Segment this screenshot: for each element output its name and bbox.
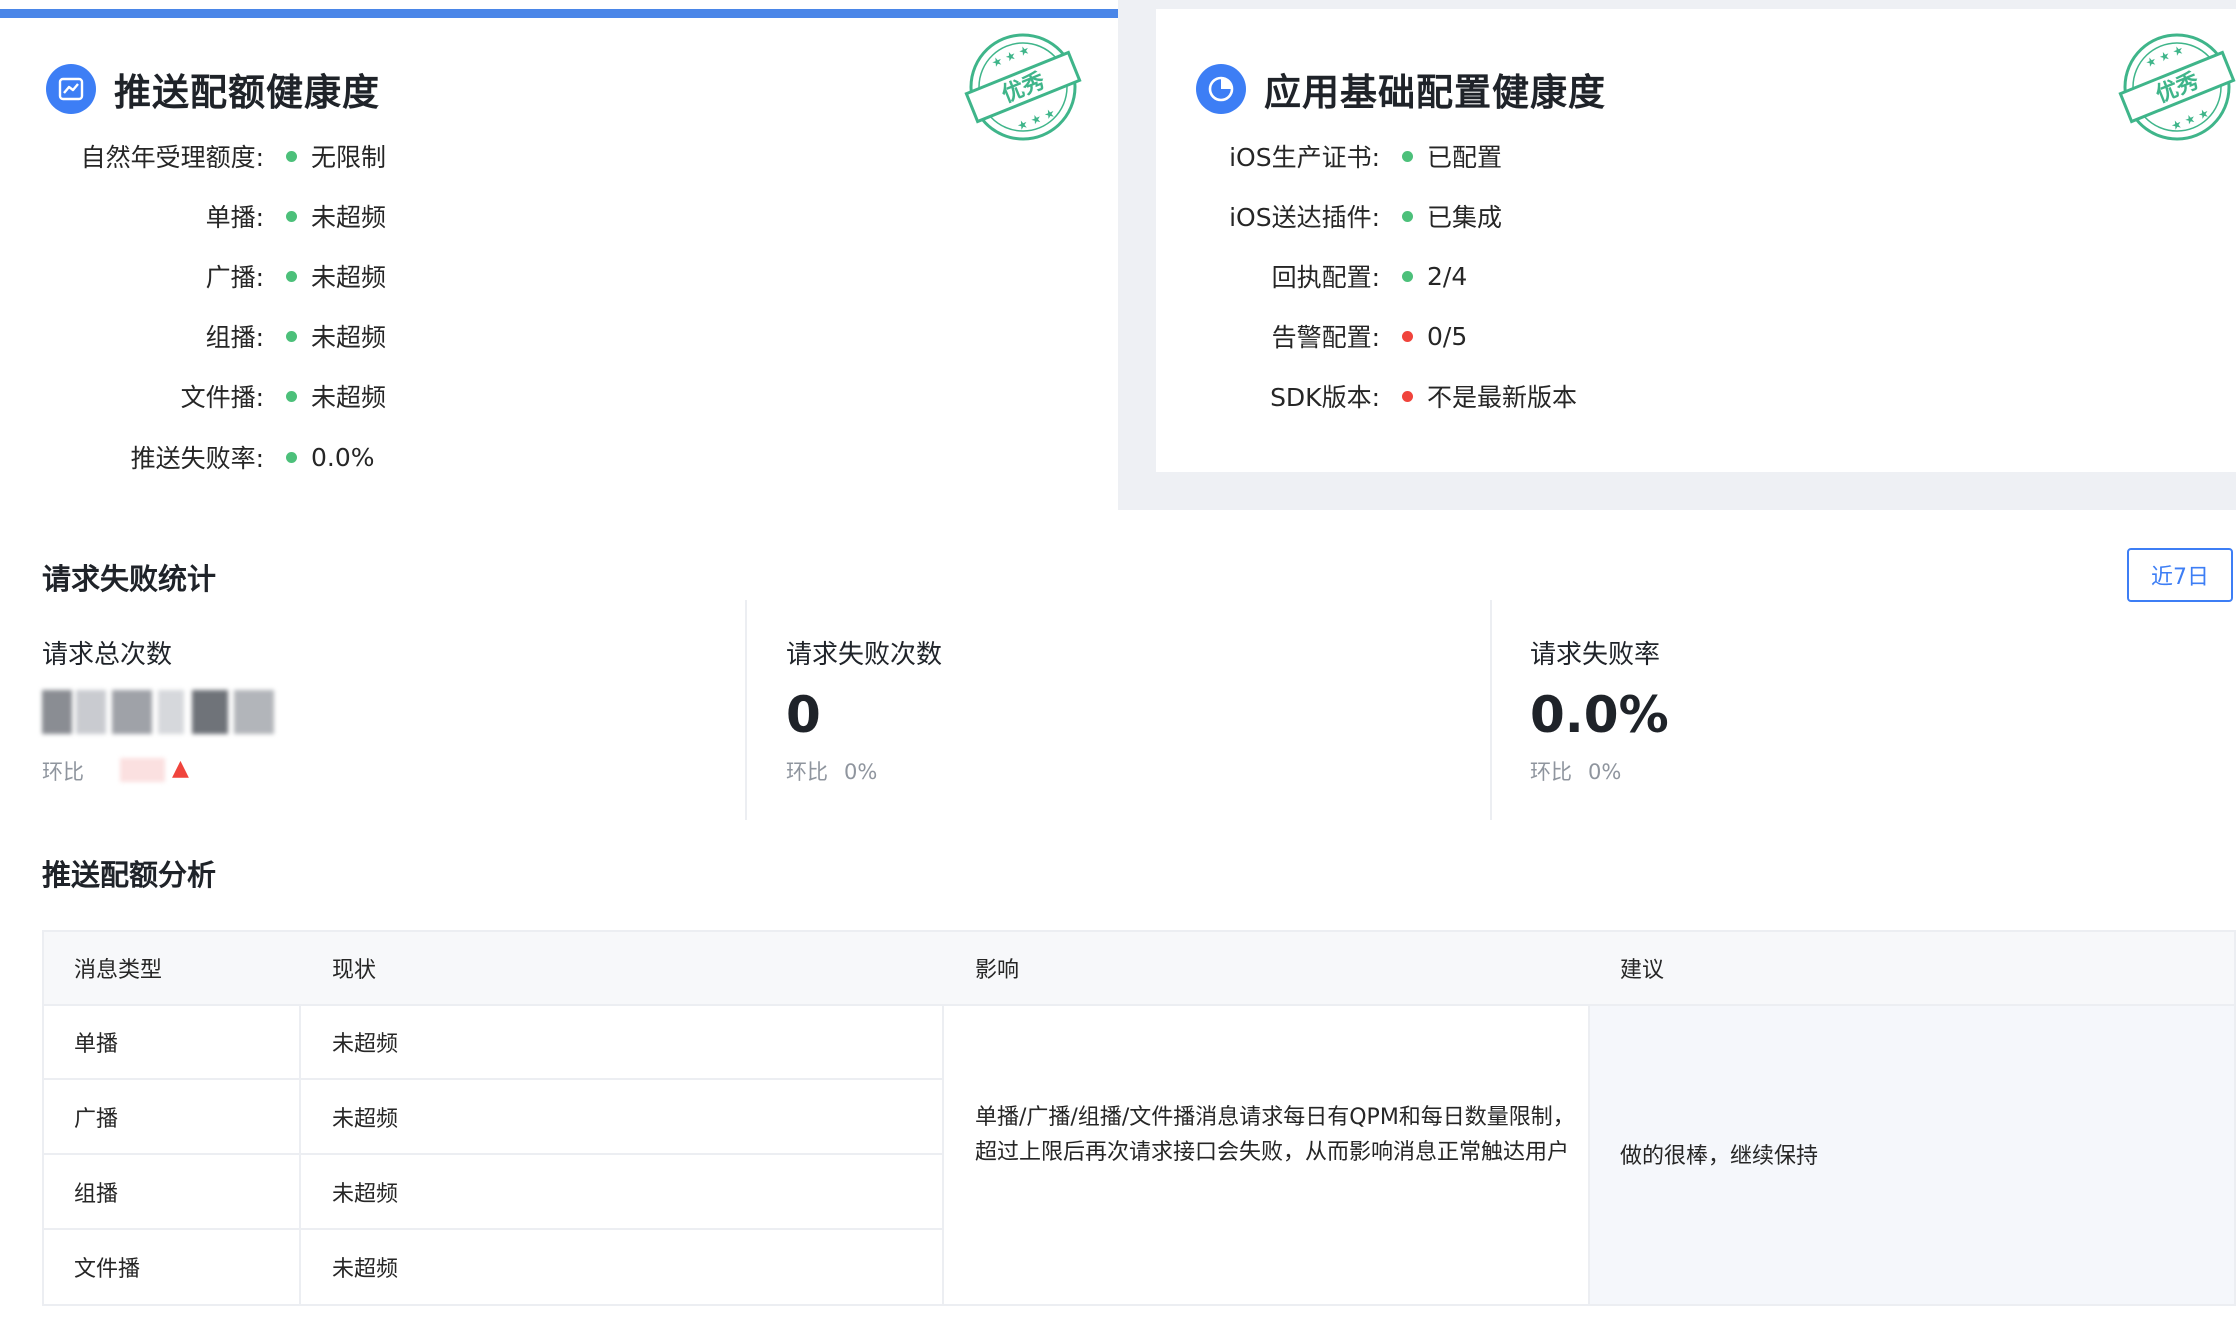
excellent-stamp-icon: 优秀 ★ ★ ★ ★ ★ ★ [964, 33, 1082, 141]
config-health-title: 应用基础配置健康度 [1196, 62, 1606, 116]
impact-text: 单播/广播/组播/文件播消息请求每日有QPM和每日数量限制，超过上限后再次请求接… [975, 1105, 1575, 1165]
card-accent-bar [0, 9, 1118, 18]
status-dot [286, 270, 297, 282]
status-dot [1402, 330, 1413, 342]
table-row-status: 未超频 [332, 1181, 399, 1207]
config-health-card: 应用基础配置健康度 iOS生产证书: 已配置 iOS送达插件: 已集成 回执配置… [1156, 9, 2236, 472]
svg-text:★ ★ ★: ★ ★ ★ [990, 42, 1032, 70]
config-row-ios-cert: iOS生产证书: 已配置 [1229, 143, 1503, 172]
pie-chart-icon [1196, 64, 1246, 114]
status-dot [1402, 150, 1413, 162]
table-row-type: 单播 [74, 1032, 119, 1057]
trend-chart-icon [46, 64, 96, 114]
redacted-total-value [42, 684, 292, 738]
header-advice: 建议 [1620, 958, 1665, 983]
table-col-divider [942, 1004, 944, 1304]
quota-row-groupcast: 组播: 未超频 [205, 323, 387, 352]
arrow-up-icon: ▲ [172, 756, 189, 781]
header-message-type: 消息类型 [74, 958, 163, 983]
status-dot [1402, 210, 1413, 222]
table-row-status: 未超频 [332, 1257, 399, 1282]
quota-row-unicast: 单播: 未超频 [205, 203, 387, 232]
quota-row-annual: 自然年受理额度: 无限制 [80, 143, 387, 172]
status-dot [286, 390, 297, 402]
advice-text: 做的很棒，继续保持 [1620, 1144, 1819, 1169]
fail-stats-title: 请求失败统计 [42, 562, 217, 596]
header-impact: 影响 [975, 958, 1020, 983]
excellent-stamp-icon: 优秀 ★ ★ ★ ★ ★ ★ [2118, 33, 2236, 141]
quota-analysis-title: 推送配额分析 [42, 858, 217, 892]
stat-divider [1490, 600, 1492, 820]
quota-health-title: 推送配额健康度 [46, 62, 380, 116]
quota-row-broadcast: 广播: 未超频 [205, 263, 387, 292]
table-row-type: 广播 [74, 1106, 119, 1132]
table-row-type: 文件播 [74, 1257, 141, 1282]
config-row-ios-plugin: iOS送达插件: 已集成 [1229, 203, 1503, 232]
stat-failed-requests: 请求失败次数 0 环比 0% [786, 640, 943, 784]
config-row-sdk-version: SDK版本: 不是最新版本 [1270, 383, 1578, 412]
status-dot [286, 150, 297, 162]
svg-text:★ ★ ★: ★ ★ ★ [2144, 42, 2186, 70]
status-dot [1402, 390, 1413, 402]
quota-health-card: 推送配额健康度 自然年受理额度: 无限制 单播: 未超频 广播: 未超频 组播:… [0, 0, 1118, 510]
stat-divider [745, 600, 747, 820]
status-dot [286, 210, 297, 222]
table-row-status: 未超频 [332, 1032, 399, 1057]
table-row-type: 组播 [74, 1181, 119, 1207]
config-row-receipt: 回执配置: 2/4 [1271, 261, 1468, 293]
status-dot [1402, 270, 1413, 282]
redacted-total-compare [120, 758, 165, 782]
quota-row-filecast: 文件播: 未超频 [180, 383, 387, 412]
range-7-days-button[interactable]: 近7日 [2127, 548, 2233, 602]
quota-row-fail-rate: 推送失败率: 0.0% [130, 442, 375, 474]
status-dot [286, 330, 297, 342]
table-row-status: 未超频 [332, 1106, 399, 1132]
config-row-alert: 告警配置: 0/5 [1271, 321, 1468, 353]
stat-fail-rate: 请求失败率 0.0% 环比 0% [1530, 640, 1669, 784]
status-dot [286, 451, 297, 463]
header-status: 现状 [332, 958, 377, 983]
